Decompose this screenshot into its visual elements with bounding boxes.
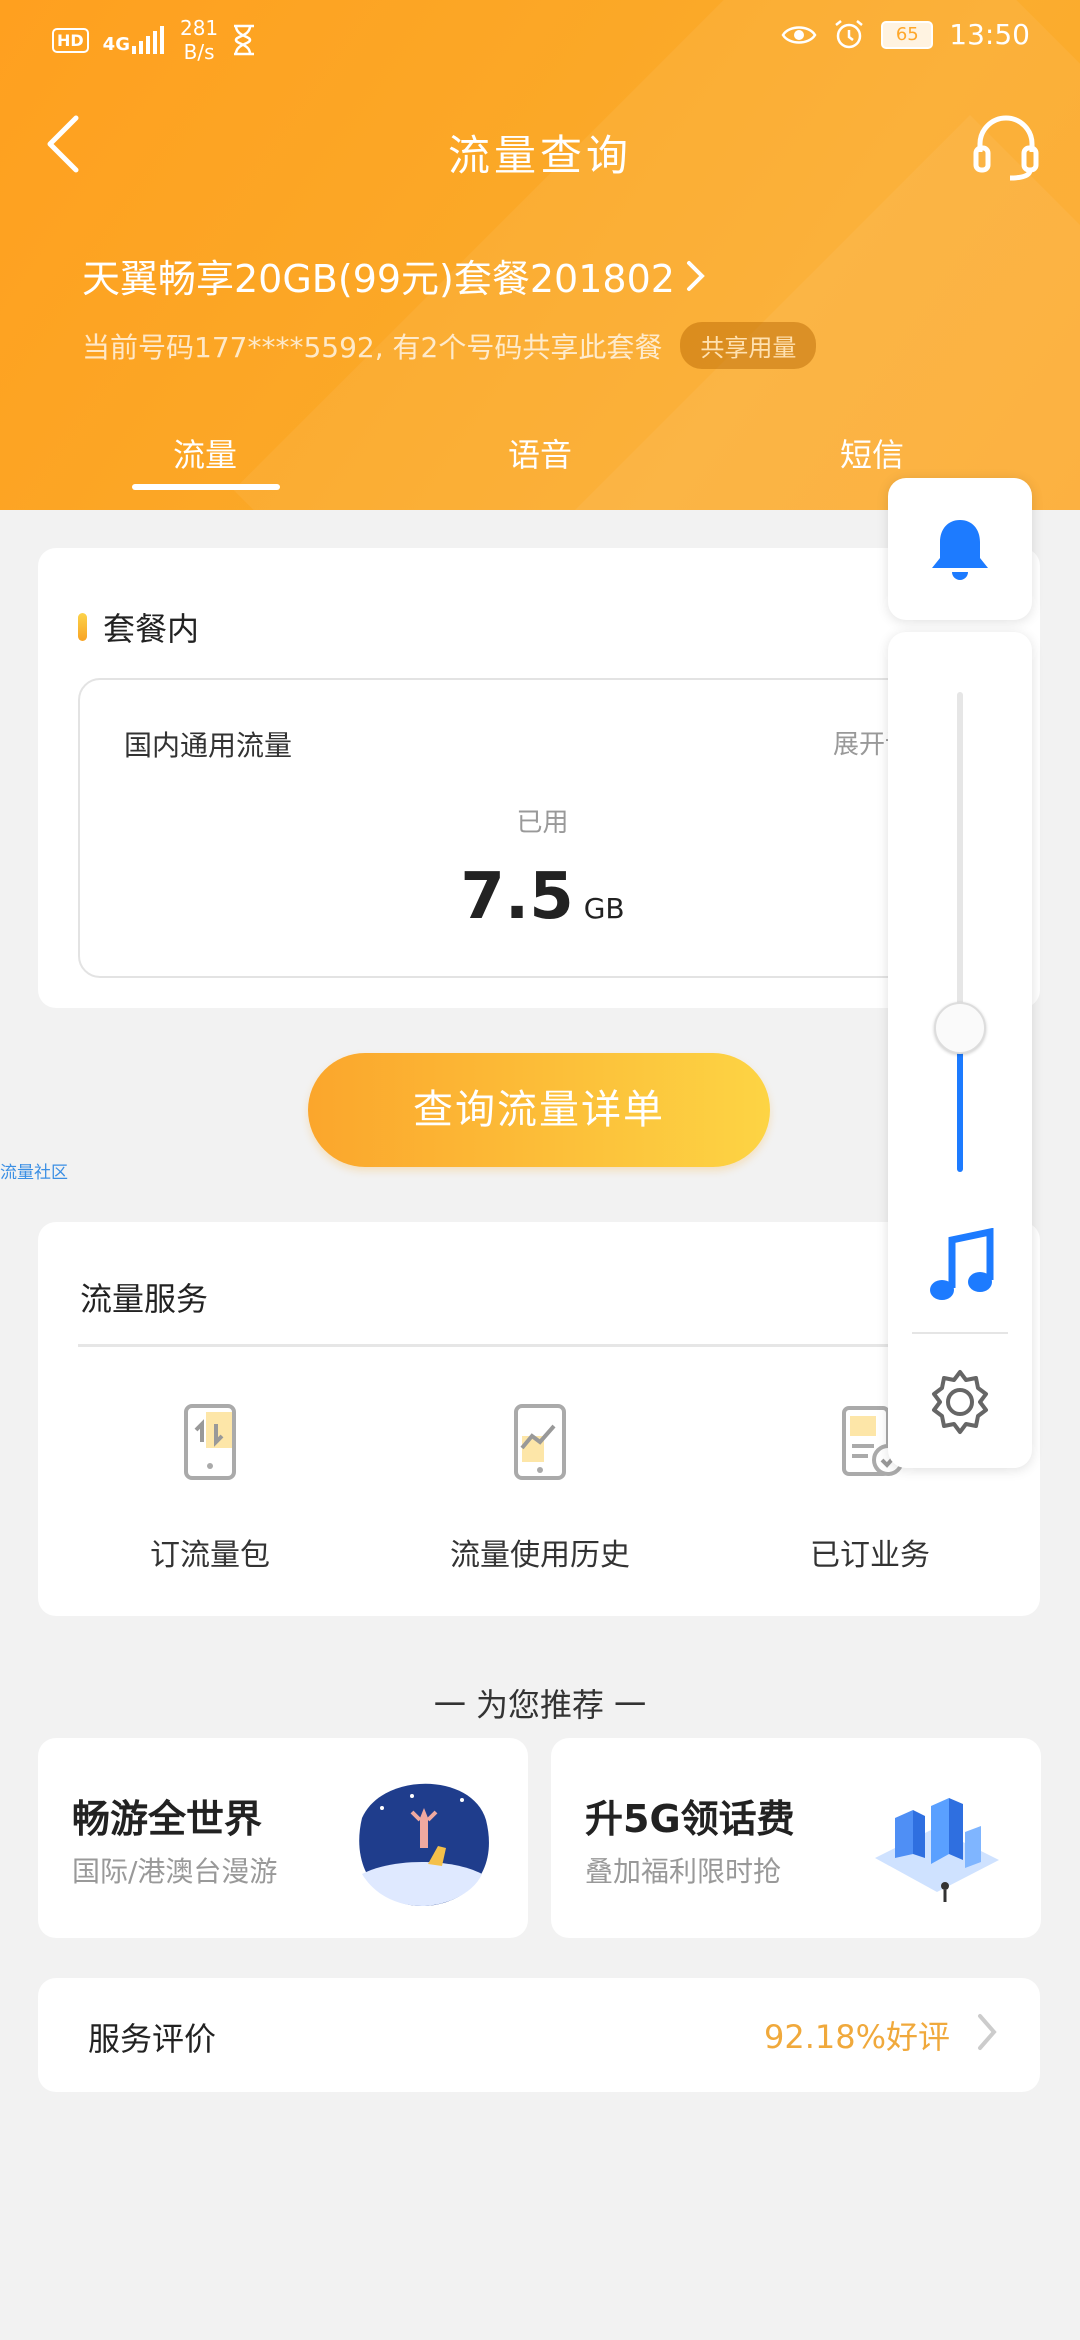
chevron-right-icon [978, 2014, 997, 2050]
volume-panel [888, 632, 1032, 1468]
battery-indicator: 65 [881, 20, 934, 49]
promo-title: 畅游全世界 [72, 1797, 263, 1841]
signal-icon: 4G [103, 26, 166, 54]
service-order-package[interactable]: 订流量包 [80, 1402, 340, 1574]
promo-subtitle: 叠加福利限时抢 [585, 1855, 782, 1888]
promo-subtitle: 国际/港澳台漫游 [72, 1855, 278, 1888]
query-details-button[interactable]: 查询流量详单 [308, 1053, 770, 1167]
hourglass-icon [234, 24, 255, 56]
eye-icon [781, 25, 817, 44]
promo-card-5g[interactable]: 升5G领话费 叠加福利限时抢 [551, 1738, 1041, 1938]
chevron-right-icon [686, 260, 705, 291]
page-title: 流量查询 [447, 131, 632, 180]
header: HD 4G 281 B/s 65 13:50 流量查询 天翼畅享20GB(99元… [0, 0, 1080, 510]
rating-label: 服务评价 [88, 2020, 217, 2058]
section-marker [78, 613, 87, 641]
service-usage-history[interactable]: 流量使用历史 [410, 1402, 670, 1574]
clock: 13:50 [949, 18, 1030, 51]
plan-name-text: 天翼畅享20GB(99元)套餐201802 [82, 257, 675, 301]
notification-toggle[interactable] [888, 478, 1032, 620]
speed-unit: B/s [183, 40, 215, 64]
promo-card-roaming[interactable]: 畅游全世界 国际/港澳台漫游 [38, 1738, 528, 1938]
plan-name[interactable]: 天翼畅享20GB(99元)套餐201802 [82, 248, 707, 303]
divider [912, 1332, 1008, 1334]
used-label: 已用 [516, 808, 569, 838]
customer-service-icon[interactable] [970, 110, 1042, 182]
service-label: 订流量包 [150, 1538, 270, 1573]
tab-data[interactable]: 流量 [105, 430, 305, 476]
active-tab-indicator [132, 484, 280, 490]
rating-value: 92.18%好评 [763, 2018, 950, 2056]
service-label: 流量使用历史 [450, 1538, 630, 1573]
5g-city-illustration [875, 1798, 999, 1902]
community-link[interactable]: 流量社区 [0, 1158, 68, 1183]
volume-slider[interactable] [934, 692, 986, 1172]
travel-illustration [359, 1783, 489, 1906]
gear-icon[interactable] [926, 1368, 994, 1436]
package-section-title: 套餐内 [103, 610, 200, 648]
tab-sms[interactable]: 短信 [772, 430, 972, 476]
hd-badge: HD [52, 27, 89, 53]
status-bar: HD 4G 281 B/s 65 13:50 [0, 0, 1080, 72]
used-unit: GB [583, 892, 625, 925]
divider [78, 1344, 1003, 1347]
network-label: 4G [102, 34, 130, 55]
data-type-label: 国内通用流量 [124, 729, 293, 762]
used-value: 7.5 [460, 860, 574, 934]
bell-icon [932, 520, 988, 580]
shared-usage-button[interactable]: 共享用量 [680, 322, 817, 369]
volume-slider-handle[interactable] [934, 1002, 986, 1054]
package-section-header: 套餐内 [78, 604, 199, 650]
data-usage-box: 国内通用流量 展开详 已用 7.5 GB [78, 678, 1003, 978]
plan-subtitle-text: 当前号码177****5592, 有2个号码共享此套餐 [82, 330, 663, 364]
top-bar: 流量查询 [0, 92, 1080, 192]
speed-value: 281 [179, 16, 219, 40]
tab-voice[interactable]: 语音 [440, 430, 640, 476]
plan-subtitle: 当前号码177****5592, 有2个号码共享此套餐 共享用量 [82, 322, 817, 369]
service-rating-row[interactable]: 服务评价 92.18%好评 [38, 1978, 1040, 2092]
recommend-title: 一 为您推荐 一 [433, 1686, 647, 1724]
promo-title: 升5G领话费 [585, 1797, 795, 1841]
alarm-icon [835, 19, 864, 48]
services-title: 流量服务 [80, 1280, 209, 1318]
usage-history-icon [514, 1404, 566, 1480]
order-package-icon [184, 1404, 236, 1480]
network-speed: 281 B/s [180, 16, 218, 64]
used-amount: 7.5 GB [80, 860, 1005, 934]
service-label: 已订业务 [810, 1538, 930, 1573]
music-note-icon[interactable] [924, 1228, 996, 1308]
